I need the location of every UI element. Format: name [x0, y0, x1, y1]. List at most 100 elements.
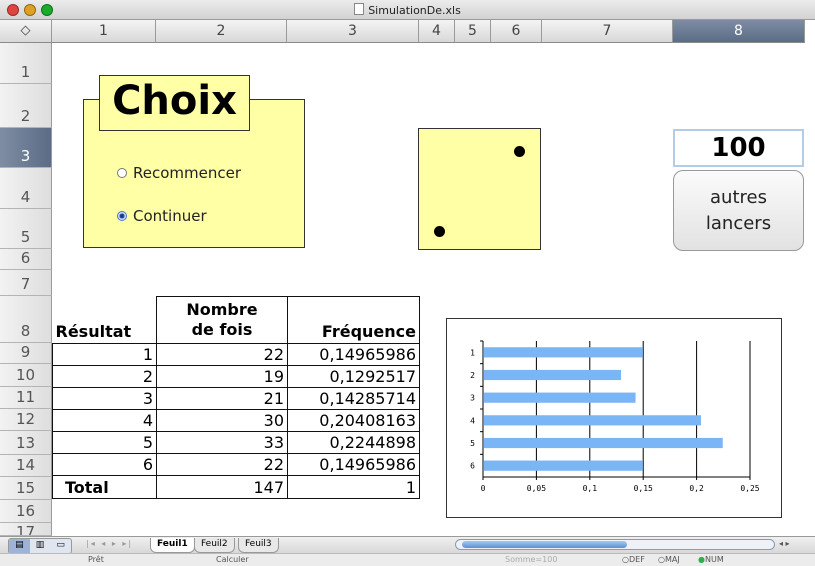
autres-lancers-button[interactable]: autres lancers	[673, 170, 804, 251]
header-frequence[interactable]: Fréquence	[287, 296, 420, 344]
y-tick-label: 5	[470, 439, 475, 448]
total-label[interactable]: Total	[52, 475, 157, 499]
die-pip	[434, 226, 445, 237]
cell-resultat[interactable]: 6	[52, 453, 157, 476]
view-buttons: ▤ ▥ ▭	[8, 538, 72, 554]
row-header-7[interactable]: 7	[0, 270, 52, 296]
cell-resultat[interactable]: 3	[52, 387, 157, 410]
results-table: Résultat Nombre de fois Fréquence 1 22 0,14…	[52, 296, 420, 499]
row-header-2[interactable]: 2	[0, 84, 52, 128]
table-row: 4 30 0,20408163	[52, 409, 420, 432]
row-header-6[interactable]: 6	[0, 249, 52, 270]
total-nombre[interactable]: 147	[156, 475, 288, 499]
row-header-10[interactable]: 10	[0, 364, 52, 387]
row-header-16[interactable]: 16	[0, 500, 52, 523]
row-header-13[interactable]: 13	[0, 431, 52, 455]
throw-count-cell[interactable]: 100	[673, 129, 804, 167]
horizontal-scrollbar[interactable]	[455, 539, 775, 550]
cell-nombre[interactable]: 22	[156, 453, 288, 476]
total-frequence[interactable]: 1	[287, 475, 420, 499]
row-header-5[interactable]: 5	[0, 209, 52, 249]
row-header-17[interactable]: 17	[0, 523, 52, 536]
bar	[484, 369, 622, 381]
page-break-view-icon[interactable]: ▭	[50, 539, 71, 553]
table-header-row: Résultat Nombre de fois Fréquence	[52, 296, 420, 344]
column-header-1[interactable]: 1	[52, 20, 156, 43]
button-line-1: autres	[710, 186, 767, 208]
radio-button-off[interactable]	[117, 168, 127, 178]
column-header-7[interactable]: 7	[542, 20, 673, 43]
column-header-6[interactable]: 6	[491, 20, 542, 43]
row-header-4[interactable]: 4	[0, 168, 52, 209]
status-calc: Calculer	[216, 555, 249, 564]
cell-frequence[interactable]: 0,14965986	[287, 453, 420, 476]
cell-resultat[interactable]: 5	[52, 431, 157, 454]
frequency-chart[interactable]: 0 0,05 0,1 0,15 0,2 0,25 1 2 3 4 5 6	[446, 318, 782, 518]
radio-recommencer[interactable]: Recommencer	[117, 164, 241, 182]
x-tick-label: 0,2	[689, 484, 704, 493]
sheet-tab-feuil2[interactable]: Feuil2	[194, 538, 235, 553]
row-header-15[interactable]: 15	[0, 477, 52, 500]
bar	[484, 415, 701, 426]
cell-nombre[interactable]: 30	[156, 409, 288, 432]
table-row: 5 33 0,2244898	[52, 431, 420, 454]
cell-frequence[interactable]: 0,14965986	[287, 343, 420, 366]
column-header-4[interactable]: 4	[419, 20, 455, 43]
column-header-3[interactable]: 3	[287, 20, 419, 43]
row-header-11[interactable]: 11	[0, 387, 52, 409]
cell-frequence[interactable]: 0,2244898	[287, 431, 420, 454]
cell-nombre[interactable]: 21	[156, 387, 288, 410]
cell-frequence[interactable]: 0,1292517	[287, 365, 420, 388]
cell-nombre[interactable]: 33	[156, 431, 288, 454]
x-tick-label: 0,05	[527, 484, 546, 493]
row-header-14[interactable]: 14	[0, 455, 52, 477]
radio-continuer[interactable]: Continuer	[117, 207, 207, 225]
table-row: 2 19 0,1292517	[52, 365, 420, 388]
document-icon	[354, 3, 365, 15]
radio-continuer-label: Continuer	[133, 207, 207, 225]
sheet-tab-feuil3[interactable]: Feuil3	[238, 538, 279, 553]
cell-nombre[interactable]: 22	[156, 343, 288, 366]
row-header-12[interactable]: 12	[0, 409, 52, 431]
status-num: ●NUM	[698, 555, 724, 564]
header-nombre[interactable]: Nombre de fois	[156, 296, 288, 344]
column-header-2[interactable]: 2	[156, 20, 287, 43]
y-tick-label: 2	[470, 371, 475, 380]
bar	[484, 347, 643, 358]
column-header-5[interactable]: 5	[455, 20, 491, 43]
status-bar: Prêt Calculer Somme=100 ○DEF ○MAJ ●NUM	[0, 553, 815, 566]
cell-resultat[interactable]: 4	[52, 409, 157, 432]
sheet-nav-arrows[interactable]: |◂ ◂ ▸ ▸|	[86, 539, 133, 548]
frequency-chart-svg: 0 0,05 0,1 0,15 0,2 0,25 1 2 3 4 5 6	[470, 340, 760, 493]
bar	[484, 392, 636, 403]
row-header-8[interactable]: 8	[0, 296, 52, 343]
row-header-9[interactable]: 9	[0, 343, 52, 364]
bar	[484, 460, 643, 471]
cell-nombre[interactable]: 19	[156, 365, 288, 388]
scroll-arrows[interactable]: ◂ ▸	[779, 539, 790, 548]
header-resultat[interactable]: Résultat	[52, 296, 157, 344]
window-title-wrap: SimulationDe.xls	[0, 3, 815, 17]
window-title: SimulationDe.xls	[368, 4, 461, 17]
scrollbar-thumb[interactable]	[462, 541, 627, 548]
normal-view-icon[interactable]: ▤	[9, 539, 30, 553]
die-pip	[514, 146, 525, 157]
page-layout-view-icon[interactable]: ▥	[30, 539, 51, 553]
y-tick-label: 4	[470, 416, 475, 425]
x-tick-label: 0,1	[583, 484, 598, 493]
radio-button-on[interactable]	[117, 211, 127, 221]
row-header-3[interactable]: 3	[0, 128, 52, 168]
column-header-8[interactable]: 8	[673, 20, 805, 43]
cell-resultat[interactable]: 2	[52, 365, 157, 388]
cell-resultat[interactable]: 1	[52, 343, 157, 366]
radio-recommencer-label: Recommencer	[133, 164, 242, 182]
cell-frequence[interactable]: 0,20408163	[287, 409, 420, 432]
cell-frequence[interactable]: 0,14285714	[287, 387, 420, 410]
select-all-corner[interactable]: ◇	[0, 20, 52, 43]
row-header-1[interactable]: 1	[0, 43, 52, 84]
status-maj: ○MAJ	[658, 555, 680, 564]
x-tick-label: 0	[481, 484, 486, 493]
die-face	[418, 128, 541, 250]
sheet-tab-feuil1[interactable]: Feuil1	[150, 538, 195, 553]
y-tick-label: 3	[470, 394, 475, 403]
